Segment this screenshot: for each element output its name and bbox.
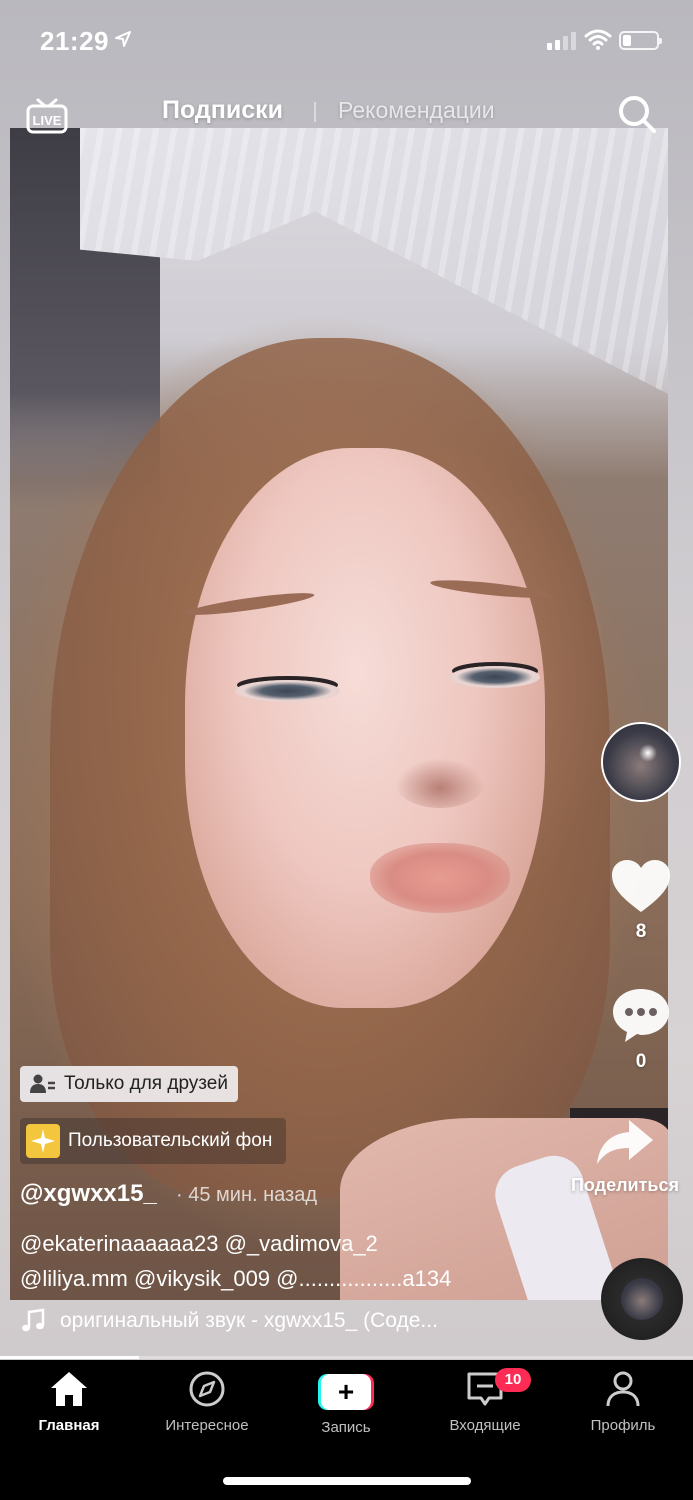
video-lips [370, 843, 510, 913]
comment-count: 0 [635, 1051, 647, 1072]
search-icon[interactable] [617, 94, 657, 139]
tab-discover[interactable]: Интересное [147, 1370, 267, 1434]
video-nose [395, 758, 485, 808]
mentions-line-1[interactable]: @ekaterinaaaaaa23 @_vadimova_2 [20, 1226, 580, 1261]
status-time: 21:29 [40, 26, 109, 56]
share-label: Поделиться [570, 1175, 680, 1195]
mentions-line-2[interactable]: @liliya.mm @vikysik_009 @...............… [20, 1261, 580, 1296]
friends-only-badge: Только для друзей [20, 1066, 238, 1102]
live-button[interactable]: LIVE [26, 94, 68, 139]
playback-progress-fill [0, 1356, 139, 1359]
live-label: LIVE [33, 113, 62, 128]
video-eye-right [450, 666, 540, 688]
tab-home[interactable]: Главная [9, 1370, 129, 1434]
like-count: 8 [635, 921, 647, 942]
sound-label: оригинальный звук - xgwxx15_ (Соде... [60, 1309, 438, 1332]
friends-icon [30, 1074, 55, 1093]
tab-home-label: Главная [38, 1417, 100, 1434]
music-note-icon [22, 1308, 45, 1332]
cellular-signal-icon [547, 32, 576, 50]
tab-inbox[interactable]: 10 Входящие [425, 1368, 545, 1434]
tab-record-label: Запись [321, 1419, 371, 1436]
wifi-icon [584, 28, 612, 55]
video-face [185, 448, 545, 1008]
sparkle-icon [26, 1124, 60, 1158]
music-disc[interactable] [601, 1258, 683, 1340]
comment-bubble-icon [613, 989, 669, 1042]
share-arrow-icon [597, 1120, 653, 1164]
post-time-ago: · 45 мин. назад [176, 1184, 318, 1206]
compass-icon [189, 1371, 225, 1407]
live-tv-icon: LIVE [26, 98, 68, 134]
person-icon [606, 1371, 640, 1407]
friends-only-label: Только для друзей [64, 1073, 228, 1094]
share-button[interactable]: Поделиться [560, 1118, 690, 1196]
playback-progress[interactable] [0, 1356, 693, 1359]
creator-username[interactable]: @xgwxx15_ [20, 1180, 157, 1208]
tab-profile[interactable]: Профиль [563, 1370, 683, 1434]
tab-following[interactable]: Подписки [162, 96, 283, 125]
location-arrow-icon [114, 30, 132, 53]
tab-for-you[interactable]: Рекомендации [338, 97, 495, 124]
sound-info[interactable]: оригинальный звук - xgwxx15_ (Соде... [20, 1308, 438, 1334]
tab-separator [314, 102, 316, 122]
effect-label: Пользовательский фон [68, 1130, 273, 1151]
heart-icon [612, 860, 670, 912]
video-eye-left [235, 680, 340, 702]
top-navigation: LIVE Подписки Рекомендации [0, 90, 693, 134]
creator-avatar[interactable] [601, 722, 681, 802]
battery-icon [619, 31, 662, 50]
create-plus-icon: + [318, 1374, 374, 1410]
tab-inbox-label: Входящие [449, 1417, 521, 1434]
comment-button[interactable]: 0 [596, 986, 686, 1073]
effect-badge[interactable]: Пользовательский фон [20, 1118, 287, 1164]
tab-record[interactable]: + Запись [286, 1370, 406, 1436]
like-button[interactable]: 8 [596, 858, 686, 943]
home-indicator [223, 1477, 471, 1485]
caption-mentions[interactable]: @ekaterinaaaaaa23 @_vadimova_2 @liliya.m… [20, 1226, 580, 1296]
home-icon [51, 1372, 87, 1406]
inbox-badge: 10 [495, 1368, 531, 1392]
tab-discover-label: Интересное [165, 1417, 249, 1434]
tab-profile-label: Профиль [590, 1417, 656, 1434]
status-bar: 21:29 [0, 0, 693, 80]
screen: 21:29 LIVE Подписки Рекомендации 8 0 Под… [0, 0, 693, 1500]
